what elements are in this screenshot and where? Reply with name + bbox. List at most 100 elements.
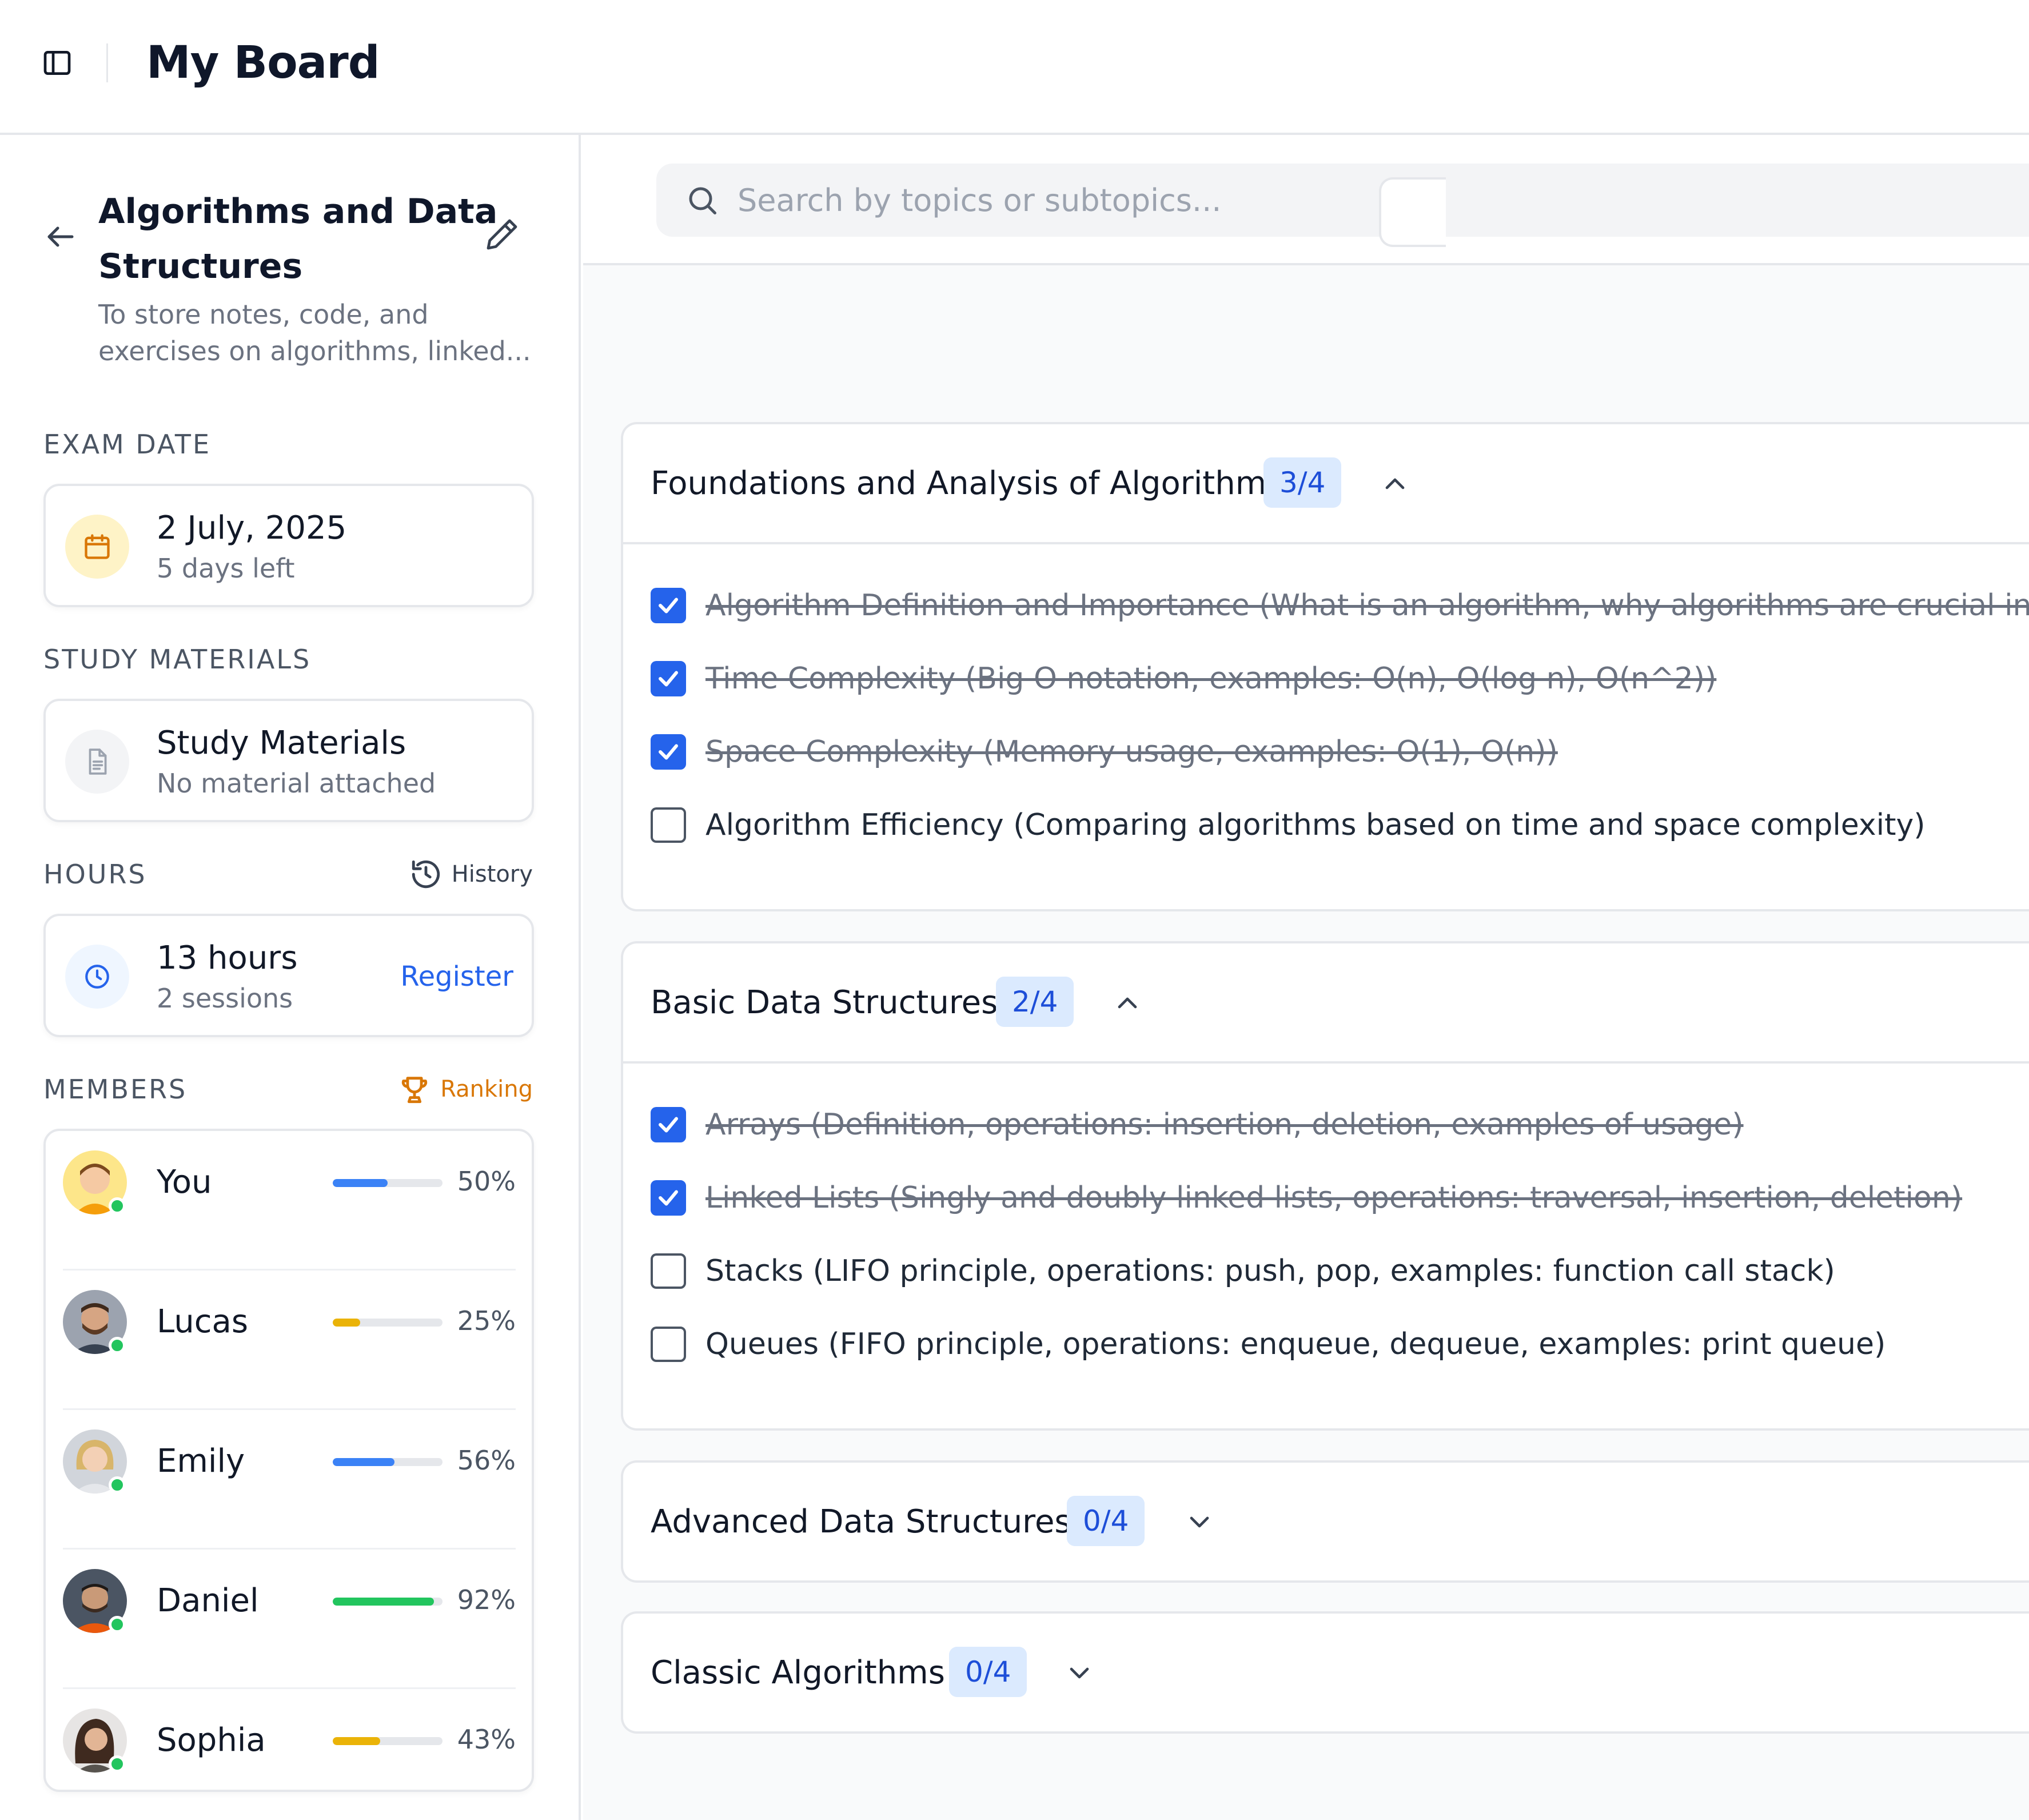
history-icon: [412, 860, 440, 889]
search-input[interactable]: [738, 175, 1767, 225]
subtopic-label: Time Complexity (Big O notation, example…: [705, 662, 1717, 696]
subtopic-item[interactable]: Algorithm Efficiency (Comparing algorith…: [651, 799, 2023, 851]
subtopic-checkbox[interactable]: [651, 734, 686, 770]
member-progress-fill: [333, 1737, 380, 1745]
subtopic-item[interactable]: Queues (FIFO principle, operations: enqu…: [651, 1319, 2023, 1370]
topic-title: Basic Data Structures: [651, 984, 998, 1021]
member-name: Emily: [157, 1443, 245, 1480]
page-title: My Board: [146, 37, 380, 89]
member-progress-percent: 43%: [457, 1724, 516, 1755]
member-progress-fill: [333, 1179, 388, 1187]
search-box[interactable]: [656, 164, 2029, 237]
subtopic-item[interactable]: Time Complexity (Big O notation, example…: [651, 653, 2023, 704]
member-row-sophia[interactable]: Sophia 43%: [63, 1689, 516, 1820]
subtopic-label: Space Complexity (Memory usage, examples…: [705, 735, 1558, 769]
subtopic-checkbox[interactable]: [651, 1180, 686, 1216]
clock-icon: [65, 945, 129, 1009]
study-materials-label: STUDY MATERIALS: [43, 644, 312, 675]
hours-sessions: 2 sessions: [157, 983, 293, 1014]
top-bar: My Board: [0, 0, 2029, 135]
member-row-daniel[interactable]: Daniel 92%: [63, 1550, 516, 1689]
study-materials-title: Study Materials: [157, 724, 406, 762]
sidebar-toggle-icon[interactable]: [41, 47, 73, 79]
search-bar-container: [583, 135, 2029, 265]
topic-header[interactable]: Advanced Data Structures 0/4: [623, 1463, 2029, 1583]
member-progress-percent: 50%: [457, 1166, 516, 1197]
member-name: You: [157, 1164, 212, 1201]
pencil-icon[interactable]: [484, 216, 520, 253]
members-label: MEMBERS: [43, 1074, 188, 1105]
subtopic-checkbox[interactable]: [651, 1253, 686, 1289]
ranking-label: Ranking: [440, 1076, 533, 1102]
member-progress-percent: 92%: [457, 1584, 516, 1615]
topic-title: Foundations and Analysis of Algorithms: [651, 465, 1283, 502]
chevron-up-icon[interactable]: [1379, 468, 1411, 500]
subtopic-label: Stacks (LIFO principle, operations: push…: [705, 1254, 1835, 1288]
subtopic-checkbox[interactable]: [651, 588, 686, 623]
topic-title: Classic Algorithms: [651, 1654, 945, 1691]
topic-card-classic-algorithms[interactable]: Classic Algorithms 0/4: [621, 1611, 2029, 1734]
history-label: History: [451, 861, 533, 887]
subtopic-label: Algorithm Definition and Importance (Wha…: [705, 588, 2029, 623]
exam-days-left: 5 days left: [157, 553, 295, 584]
subtopic-checkbox[interactable]: [651, 1107, 686, 1142]
topic-header[interactable]: Foundations and Analysis of Algorithms 3…: [623, 424, 2029, 544]
topic-card-basic-data-structures: Basic Data Structures 2/4 Arrays (Defini…: [621, 941, 2029, 1431]
ranking-button[interactable]: Ranking: [398, 1073, 533, 1106]
member-progress-bar: [333, 1179, 443, 1187]
topic-header[interactable]: Basic Data Structures 2/4: [623, 943, 2029, 1064]
history-button[interactable]: History: [409, 858, 533, 891]
subtopic-item[interactable]: Space Complexity (Memory usage, examples…: [651, 726, 2023, 778]
back-arrow-icon[interactable]: [43, 220, 78, 254]
subtopic-checkbox[interactable]: [651, 1327, 686, 1362]
chevron-down-icon[interactable]: [1183, 1506, 1215, 1538]
member-progress-percent: 25%: [457, 1305, 516, 1336]
subtopic-label: Arrays (Definition, operations: insertio…: [705, 1108, 1744, 1142]
online-status-dot: [109, 1476, 126, 1494]
chevron-down-icon[interactable]: [1063, 1657, 1095, 1689]
subtopic-item[interactable]: Linked Lists (Singly and doubly linked l…: [651, 1172, 2023, 1224]
trophy-icon: [402, 1077, 428, 1104]
members-card: You 50% Lucas 25% Emily 56% Daniel 92% S…: [43, 1129, 534, 1792]
member-name: Daniel: [157, 1582, 259, 1619]
subtopic-item[interactable]: Algorithm Definition and Importance (Wha…: [651, 580, 2029, 631]
member-progress-fill: [333, 1319, 360, 1327]
online-status-dot: [109, 1616, 126, 1633]
study-materials-status: No material attached: [157, 768, 436, 799]
subtopic-item[interactable]: Stacks (LIFO principle, operations: push…: [651, 1245, 2023, 1297]
topic-card-foundations: Foundations and Analysis of Algorithms 3…: [621, 422, 2029, 911]
member-progress-fill: [333, 1598, 434, 1606]
exam-date-label: EXAM DATE: [43, 429, 212, 460]
subtopic-checkbox[interactable]: [651, 661, 686, 696]
subtopic-item[interactable]: Arrays (Definition, operations: insertio…: [651, 1099, 2023, 1150]
calendar-icon: [65, 515, 129, 579]
study-materials-card[interactable]: Study Materials No material attached: [43, 699, 534, 822]
member-row-you[interactable]: You 50%: [63, 1131, 516, 1271]
member-name: Lucas: [157, 1303, 248, 1340]
topic-header[interactable]: Classic Algorithms 0/4: [623, 1614, 2029, 1734]
subtopic-label: Algorithm Efficiency (Comparing algorith…: [705, 808, 1926, 842]
board-title: Algorithms and Data Structures: [98, 192, 498, 286]
subtopic-label: Queues (FIFO principle, operations: enqu…: [705, 1327, 1886, 1361]
exam-date-card[interactable]: 2 July, 2025 5 days left: [43, 484, 534, 607]
register-button[interactable]: Register: [400, 958, 513, 995]
exam-date-value: 2 July, 2025: [157, 509, 347, 547]
topic-progress-badge: 0/4: [949, 1647, 1027, 1697]
document-icon: [65, 730, 129, 794]
member-row-emily[interactable]: Emily 56%: [63, 1410, 516, 1550]
sidebar: Algorithms and Data Structures To store …: [0, 135, 581, 1820]
topic-progress-badge: 0/4: [1067, 1496, 1145, 1546]
member-row-lucas[interactable]: Lucas 25%: [63, 1271, 516, 1410]
action-button-partial[interactable]: [1379, 177, 1446, 247]
member-progress-percent: 56%: [457, 1445, 516, 1476]
topic-card-advanced-data-structures[interactable]: Advanced Data Structures 0/4: [621, 1460, 2029, 1583]
online-status-dot: [109, 1337, 126, 1354]
member-progress-bar: [333, 1319, 443, 1327]
online-status-dot: [109, 1755, 126, 1773]
board-description: To store notes, code, and exercises on a…: [98, 299, 531, 367]
member-progress-bar: [333, 1458, 443, 1466]
hours-total: 13 hours: [157, 939, 298, 977]
chevron-up-icon[interactable]: [1111, 987, 1143, 1019]
hours-label: HOURS: [43, 859, 147, 890]
subtopic-checkbox[interactable]: [651, 807, 686, 843]
